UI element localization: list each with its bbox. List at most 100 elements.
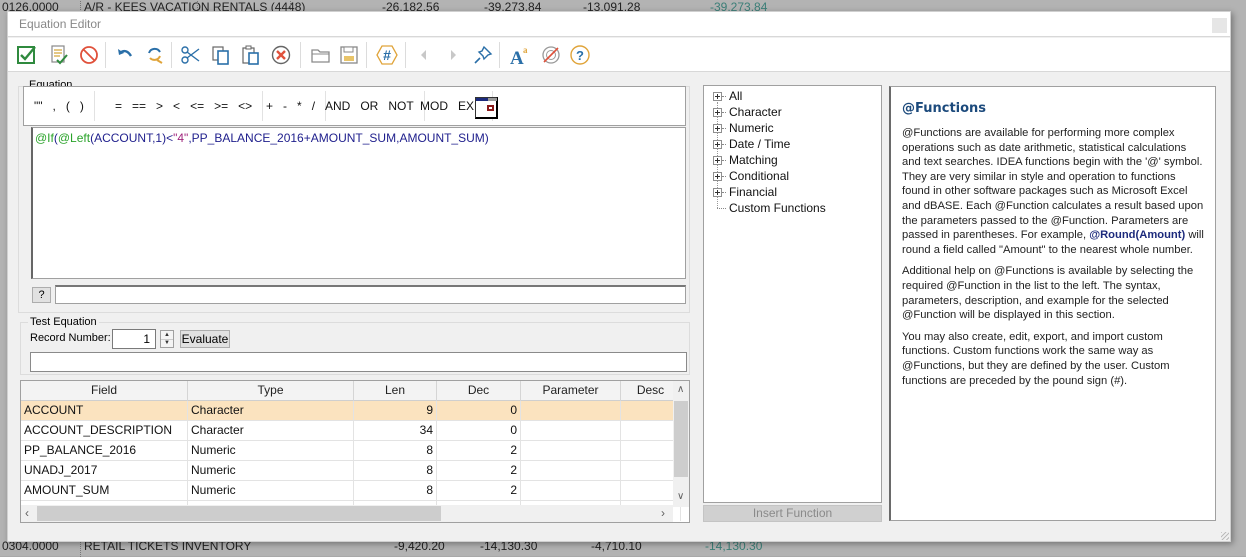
expand-icon[interactable] bbox=[713, 108, 722, 117]
help-button[interactable]: ? bbox=[567, 42, 593, 68]
operator-button[interactable]: OR bbox=[355, 99, 383, 113]
operator-button[interactable]: >= bbox=[209, 99, 233, 113]
cell-desc bbox=[621, 401, 681, 421]
operator-button[interactable]: <= bbox=[185, 99, 209, 113]
expand-editor-button[interactable] bbox=[475, 97, 498, 119]
tree-item[interactable]: Numeric bbox=[713, 120, 774, 136]
no-color-button[interactable] bbox=[538, 42, 564, 68]
operator-button[interactable]: - bbox=[278, 99, 292, 113]
spin-up-icon[interactable]: ▲ bbox=[164, 332, 170, 338]
validate-exit-icon bbox=[16, 44, 38, 66]
no-color-icon bbox=[540, 44, 562, 66]
expand-icon[interactable] bbox=[713, 140, 722, 149]
equation-token: ACCOUNT bbox=[94, 131, 152, 145]
cut-button[interactable] bbox=[178, 42, 204, 68]
font-button[interactable]: Aa bbox=[507, 42, 533, 68]
equation-token: ) bbox=[485, 131, 489, 145]
operator-button[interactable]: * bbox=[292, 99, 307, 113]
clear-button[interactable] bbox=[268, 42, 294, 68]
forward-button[interactable] bbox=[440, 42, 466, 68]
cancel-button[interactable] bbox=[76, 42, 102, 68]
expand-icon[interactable] bbox=[713, 92, 722, 101]
table-row[interactable]: ACCOUNTCharacter90 bbox=[21, 401, 673, 421]
tree-item[interactable]: Financial bbox=[713, 184, 777, 200]
tree-item[interactable]: Character bbox=[713, 104, 782, 120]
equation-input[interactable]: @If(@Left(ACCOUNT,1)<"4",PP_BALANCE_2016… bbox=[31, 127, 686, 279]
undo-button[interactable] bbox=[112, 42, 138, 68]
horizontal-scroll-thumb[interactable] bbox=[37, 506, 441, 521]
tree-item-label: Date / Time bbox=[729, 137, 790, 151]
pin-button[interactable] bbox=[470, 42, 496, 68]
horizontal-scrollbar[interactable]: ‹ › bbox=[21, 505, 673, 522]
cell-len: 8 bbox=[354, 441, 437, 461]
table-row[interactable]: AMOUNT_SUMNumeric82 bbox=[21, 481, 673, 501]
tree-item[interactable]: Matching bbox=[713, 152, 778, 168]
operator-button[interactable]: "" bbox=[29, 99, 48, 113]
tree-item-label: Conditional bbox=[729, 169, 789, 183]
undo-icon bbox=[114, 44, 136, 66]
open-button[interactable] bbox=[308, 42, 334, 68]
tree-item[interactable]: Date / Time bbox=[713, 136, 790, 152]
custom-function-button[interactable]: # bbox=[374, 42, 400, 68]
operator-button[interactable]: <> bbox=[233, 99, 257, 113]
toolbar: # Aa ? bbox=[8, 38, 1230, 72]
operator-button[interactable]: MOD bbox=[415, 99, 453, 113]
operator-button[interactable]: > bbox=[151, 99, 168, 113]
cell-field: PP_BALANCE_2016 bbox=[21, 441, 188, 461]
record-number-spinner[interactable]: ▲ ▼ bbox=[160, 330, 174, 348]
equation-token: AMOUNT_SUM bbox=[399, 131, 484, 145]
vertical-scroll-thumb[interactable] bbox=[674, 401, 688, 477]
tree-item-custom-functions[interactable]: Custom Functions bbox=[717, 200, 826, 216]
expand-icon[interactable] bbox=[713, 124, 722, 133]
operator-button[interactable]: AND bbox=[320, 99, 355, 113]
record-number-input[interactable]: 1 bbox=[112, 329, 156, 349]
expand-icon[interactable] bbox=[713, 172, 722, 181]
operator-button[interactable]: , bbox=[48, 99, 61, 113]
scroll-down-icon[interactable]: ∨ bbox=[677, 491, 684, 502]
operator-button[interactable]: ( bbox=[61, 99, 75, 113]
table-row[interactable]: UNADJ_2017Numeric82 bbox=[21, 461, 673, 481]
operator-button[interactable]: == bbox=[127, 99, 151, 113]
equation-token: ,1) bbox=[152, 131, 166, 145]
evaluate-button[interactable]: Evaluate bbox=[180, 330, 230, 348]
tree-item-label: Custom Functions bbox=[729, 201, 826, 215]
close-button[interactable] bbox=[1212, 18, 1227, 33]
column-header[interactable]: Field bbox=[21, 381, 188, 401]
scroll-right-icon[interactable]: › bbox=[661, 506, 665, 520]
column-header[interactable]: Parameter bbox=[521, 381, 621, 401]
resize-grip[interactable] bbox=[1221, 532, 1229, 540]
spin-down-icon[interactable]: ▼ bbox=[164, 340, 170, 346]
column-header[interactable]: Len bbox=[354, 381, 437, 401]
op-group-comparison: ===><<=>=<> bbox=[105, 91, 263, 121]
expand-icon[interactable] bbox=[713, 188, 722, 197]
operator-button[interactable]: = bbox=[110, 99, 127, 113]
tree-item[interactable]: Conditional bbox=[713, 168, 789, 184]
tree-item[interactable]: All bbox=[713, 88, 742, 104]
scroll-left-icon[interactable]: ‹ bbox=[25, 506, 29, 520]
redo-button[interactable] bbox=[142, 42, 168, 68]
scroll-up-icon[interactable]: ∧ bbox=[677, 384, 684, 395]
expand-icon[interactable] bbox=[713, 156, 722, 165]
equation-message-field[interactable] bbox=[55, 285, 686, 304]
copy-button[interactable] bbox=[208, 42, 234, 68]
vertical-scrollbar[interactable]: ∧ ∨ bbox=[673, 381, 689, 507]
paste-button[interactable] bbox=[238, 42, 264, 68]
operator-button[interactable]: + bbox=[261, 99, 278, 113]
operator-button[interactable]: ) bbox=[75, 99, 89, 113]
cut-icon bbox=[180, 44, 202, 66]
column-header[interactable]: Desc bbox=[621, 381, 681, 401]
cell-dec: 2 bbox=[437, 481, 521, 501]
operator-button[interactable]: < bbox=[168, 99, 185, 113]
syntax-help-button[interactable]: ? bbox=[32, 287, 51, 303]
table-row[interactable]: ACCOUNT_DESCRIPTIONCharacter340 bbox=[21, 421, 673, 441]
cell-dec: 0 bbox=[437, 401, 521, 421]
save-button[interactable] bbox=[336, 42, 362, 68]
validate-exit-button[interactable] bbox=[14, 42, 40, 68]
column-header[interactable]: Type bbox=[188, 381, 354, 401]
back-button[interactable] bbox=[411, 42, 437, 68]
column-header[interactable]: Dec bbox=[437, 381, 521, 401]
cell-desc bbox=[621, 421, 681, 441]
validate-button[interactable] bbox=[46, 42, 72, 68]
table-row[interactable]: PP_BALANCE_2016Numeric82 bbox=[21, 441, 673, 461]
insert-function-button[interactable]: Insert Function bbox=[703, 505, 882, 522]
